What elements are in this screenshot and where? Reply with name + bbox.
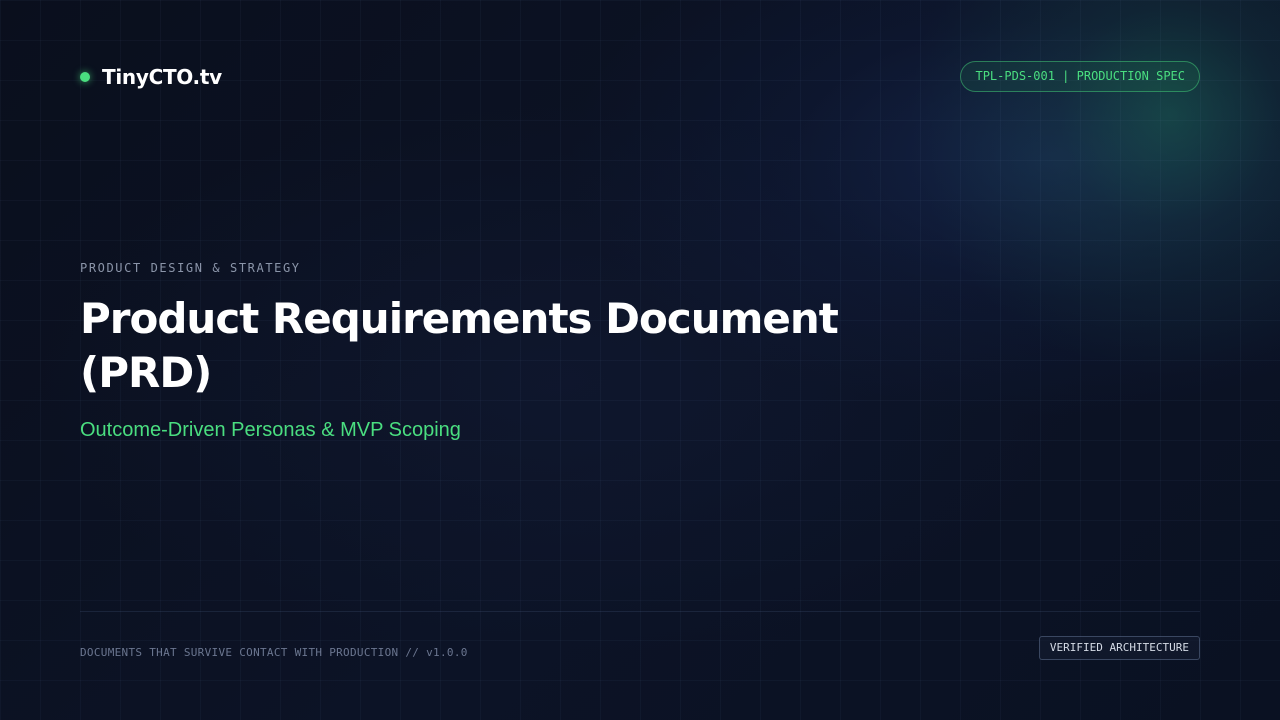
title-slide: TinyCTO.tv TPL-PDS-001 | PRODUCTION SPEC… bbox=[0, 0, 1280, 720]
page-title: Product Requirements Document (PRD) bbox=[80, 294, 839, 397]
brand-name: TinyCTO.tv bbox=[102, 65, 222, 89]
brand-logo: TinyCTO.tv bbox=[80, 64, 222, 90]
page-subtitle: Outcome-Driven Personas & MVP Scoping bbox=[80, 419, 461, 441]
verified-badge: VERIFIED ARCHITECTURE bbox=[1038, 636, 1200, 660]
doc-id-badge: TPL-PDS-001 | PRODUCTION SPEC bbox=[960, 61, 1200, 92]
status-dot-icon bbox=[80, 72, 90, 82]
footer-divider bbox=[80, 611, 1200, 612]
eyebrow-label: PRODUCT DESIGN & STRATEGY bbox=[80, 261, 301, 275]
footer-tagline: DOCUMENTS THAT SURVIVE CONTACT WITH PROD… bbox=[80, 646, 468, 659]
